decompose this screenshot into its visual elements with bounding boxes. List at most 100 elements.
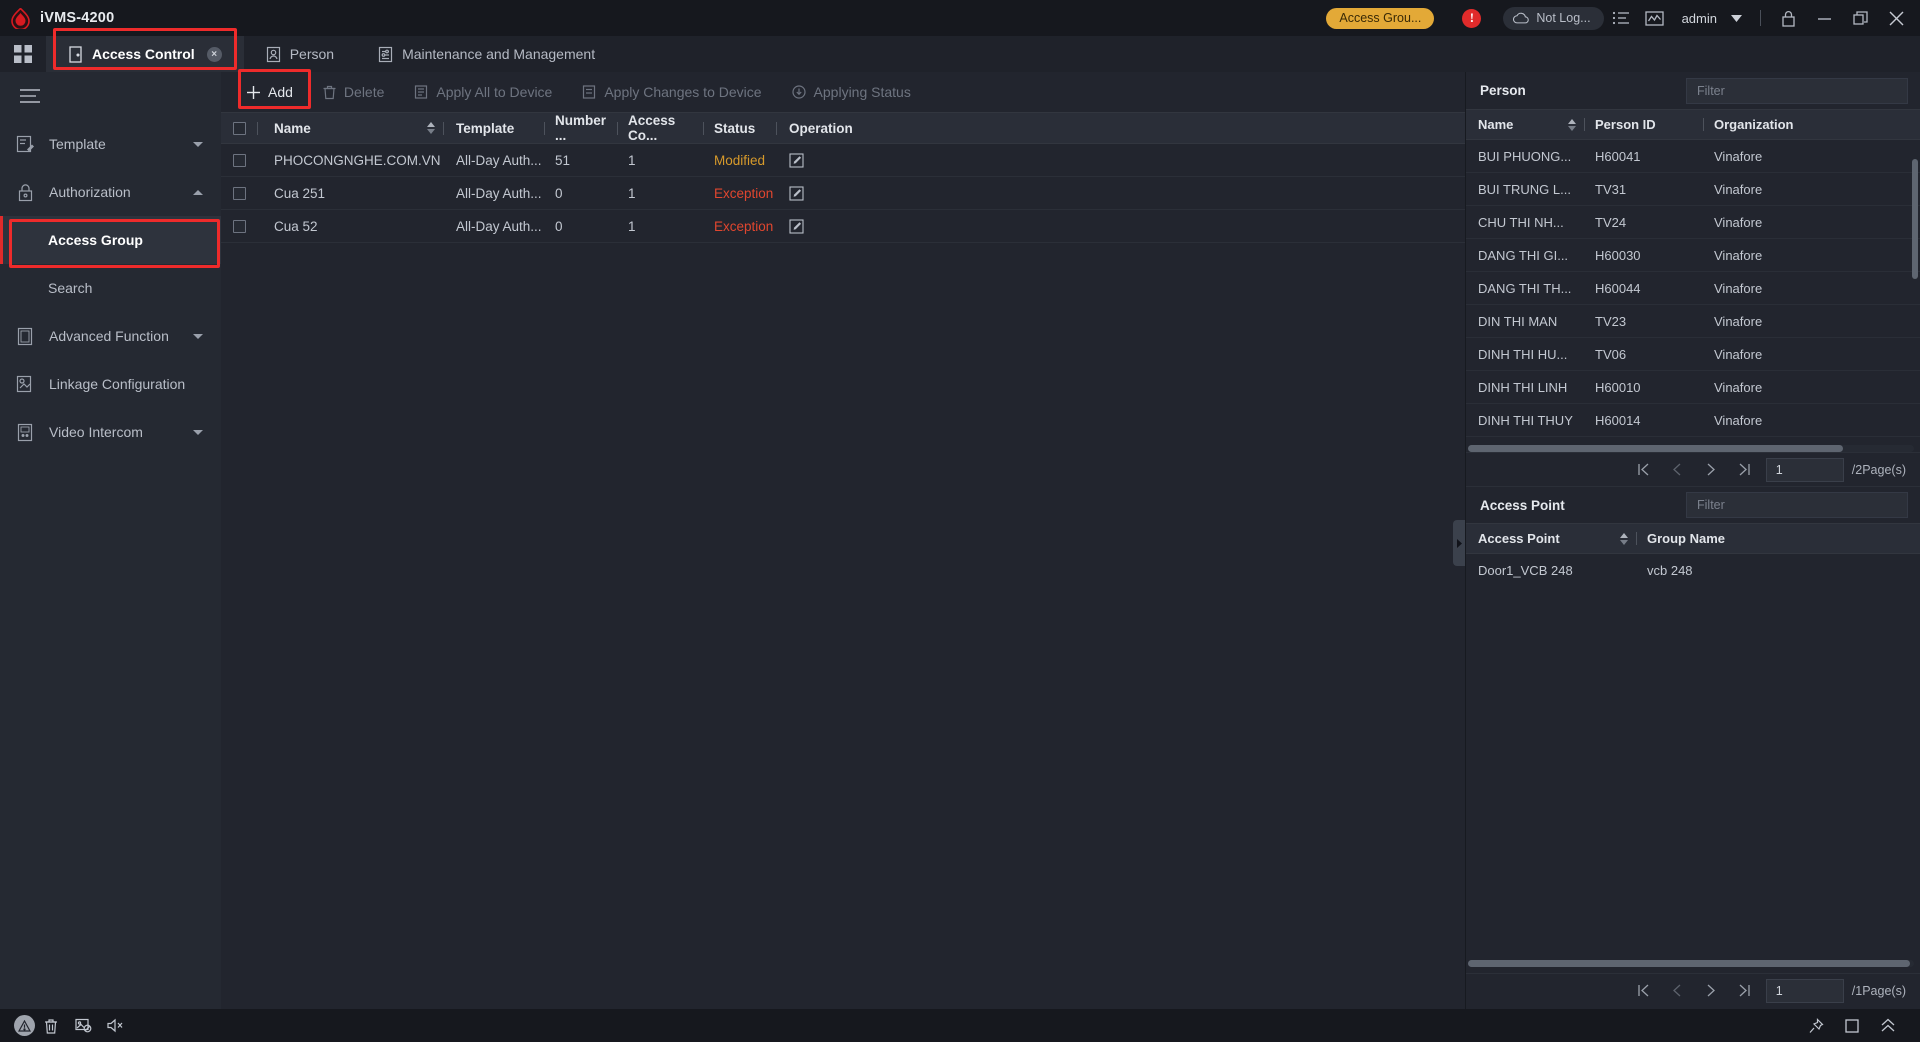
ordered-list-icon[interactable] — [1604, 0, 1638, 36]
list-item[interactable]: DINH THI LINH H60010 Vinafore — [1466, 371, 1920, 404]
table-row[interactable]: Cua 251 All-Day Auth... 0 1 Exception — [221, 177, 1465, 210]
column-header-status[interactable]: Status — [704, 121, 776, 136]
cell-organization: Vinafore — [1714, 280, 1763, 296]
app-grid-icon[interactable] — [0, 36, 46, 72]
list-item[interactable]: DANG THI GI... H60030 Vinafore — [1466, 239, 1920, 272]
tab-access-control[interactable]: Access Control × — [46, 36, 244, 72]
column-header-name[interactable]: Name — [258, 121, 443, 136]
column-header-organization[interactable]: Organization — [1704, 117, 1920, 132]
sidebar-item-label: Access Group — [48, 232, 143, 248]
prev-page-icon[interactable] — [1660, 984, 1694, 997]
sort-arrows-icon[interactable] — [427, 122, 435, 134]
cell-person-id: H60030 — [1595, 247, 1641, 263]
image-disabled-icon[interactable] — [67, 1009, 99, 1042]
person-filter-input[interactable]: Filter — [1686, 77, 1908, 104]
list-item[interactable]: DINH THI THUY H60014 Vinafore — [1466, 404, 1920, 437]
sidebar-item-video-intercom[interactable]: Video Intercom — [0, 408, 221, 456]
sidebar-item-access-group[interactable]: Access Group — [0, 216, 221, 264]
apply-all-to-device-button[interactable]: Apply All to Device — [400, 77, 566, 107]
person-vertical-scrollbar[interactable] — [1912, 159, 1918, 279]
cell-person-id: TV31 — [1595, 181, 1627, 197]
tab-person[interactable]: Person — [244, 36, 356, 72]
access-point-page-total: /1Page(s) — [1851, 983, 1906, 998]
sidebar-item-search[interactable]: Search — [0, 264, 221, 312]
column-header-group-name[interactable]: Group Name — [1637, 531, 1920, 546]
next-page-icon[interactable] — [1694, 463, 1728, 476]
trash-icon[interactable] — [35, 1009, 67, 1042]
sort-arrows-icon[interactable] — [1568, 118, 1576, 131]
chevron-up-icon[interactable] — [193, 189, 203, 195]
cell-number: 0 — [555, 218, 563, 234]
hamburger-menu-icon[interactable] — [0, 72, 221, 120]
sidebar-item-linkage-configuration[interactable]: Linkage Configuration — [0, 360, 221, 408]
column-header-access-point[interactable]: Access Point — [1466, 531, 1636, 546]
chevron-down-icon[interactable] — [193, 141, 203, 147]
close-icon[interactable] — [1878, 0, 1914, 36]
list-item[interactable]: DINH THI HU... TV06 Vinafore — [1466, 338, 1920, 371]
column-header-operation[interactable]: Operation — [777, 121, 897, 136]
restore-window-icon[interactable] — [1842, 0, 1878, 36]
alarm-warning-icon[interactable] — [14, 1015, 35, 1036]
column-header-person-name[interactable]: Name — [1466, 117, 1584, 132]
list-item[interactable]: DANG THI TH... H60044 Vinafore — [1466, 272, 1920, 305]
edit-pencil-icon[interactable] — [777, 185, 897, 201]
column-header-template[interactable]: Template — [444, 121, 544, 136]
table-row[interactable]: PHOCONGNGHE.COM.VN All-Day Auth... 51 1 … — [221, 144, 1465, 177]
next-page-icon[interactable] — [1694, 984, 1728, 997]
chevron-down-icon[interactable] — [193, 333, 203, 339]
admin-label[interactable]: admin — [1672, 11, 1721, 26]
list-item[interactable]: CHU THI NH... TV24 Vinafore — [1466, 206, 1920, 239]
column-header-person-id[interactable]: Person ID — [1585, 117, 1703, 132]
apply-changes-to-device-button[interactable]: Apply Changes to Device — [568, 77, 775, 107]
column-header-access-count[interactable]: Access Co... — [618, 113, 703, 143]
lock-icon[interactable] — [1770, 0, 1806, 36]
select-all-checkbox[interactable] — [221, 121, 257, 135]
first-page-icon[interactable] — [1626, 463, 1660, 476]
tab-close-icon[interactable]: × — [206, 46, 222, 62]
list-item[interactable]: Door1_VCB 248 vcb 248 — [1466, 554, 1920, 587]
row-checkbox[interactable] — [221, 219, 257, 233]
status-badge[interactable]: Access Grou... — [1326, 7, 1435, 29]
sidebar-item-advanced-function[interactable]: Advanced Function — [0, 312, 221, 360]
access-point-filter-input[interactable]: Filter — [1686, 492, 1908, 518]
table-row[interactable]: Cua 52 All-Day Auth... 0 1 Exception — [221, 210, 1465, 243]
minimize-icon[interactable] — [1806, 0, 1842, 36]
chart-monitor-icon[interactable] — [1638, 0, 1672, 36]
cell-person-name: DINH THI LINH — [1478, 379, 1568, 395]
mute-icon[interactable] — [99, 1009, 131, 1042]
list-item[interactable]: DIN THI MAN TV23 Vinafore — [1466, 305, 1920, 338]
cell-template: All-Day Auth... — [456, 218, 542, 234]
person-horizontal-scrollbar[interactable] — [1468, 445, 1914, 452]
sidebar-item-authorization[interactable]: Authorization — [0, 168, 221, 216]
edit-pencil-icon[interactable] — [777, 218, 897, 234]
sort-arrows-icon[interactable] — [1620, 532, 1628, 545]
first-page-icon[interactable] — [1626, 984, 1660, 997]
prev-page-icon[interactable] — [1660, 463, 1694, 476]
last-page-icon[interactable] — [1728, 463, 1762, 476]
add-button[interactable]: Add — [233, 77, 307, 107]
row-checkbox[interactable] — [221, 153, 257, 167]
tab-maintenance-and-management[interactable]: Maintenance and Management — [356, 36, 617, 72]
row-checkbox[interactable] — [221, 186, 257, 200]
delete-button[interactable]: Delete — [309, 77, 398, 107]
last-page-icon[interactable] — [1728, 984, 1762, 997]
applying-status-button[interactable]: Applying Status — [778, 77, 925, 107]
access-point-page-input[interactable]: 1 — [1765, 978, 1844, 1003]
sidebar-item-template[interactable]: Template — [0, 120, 221, 168]
chevron-down-icon[interactable] — [193, 429, 203, 435]
panel-collapse-handle[interactable] — [1453, 520, 1465, 566]
square-icon[interactable] — [1834, 1009, 1870, 1042]
person-page-input[interactable]: 1 — [1765, 457, 1844, 482]
access-point-horizontal-scrollbar[interactable] — [1468, 960, 1914, 967]
chevron-down-icon[interactable] — [1721, 0, 1751, 36]
cloud-login-status[interactable]: Not Log... — [1503, 6, 1604, 30]
chevrons-up-icon[interactable] — [1870, 1009, 1906, 1042]
edit-pencil-icon[interactable] — [777, 152, 897, 168]
alarm-exclamation-icon[interactable]: ! — [1462, 8, 1482, 28]
column-header-number[interactable]: Number ... — [545, 113, 617, 143]
access-group-table-header: Name Template Number ... Access Co... St… — [221, 112, 1465, 144]
list-item[interactable]: BUI TRUNG L... TV31 Vinafore — [1466, 173, 1920, 206]
list-item[interactable]: BUI PHUONG... H60041 Vinafore — [1466, 140, 1920, 173]
pin-icon[interactable] — [1798, 1009, 1834, 1042]
cell-person-name: DANG THI GI... — [1478, 247, 1569, 263]
